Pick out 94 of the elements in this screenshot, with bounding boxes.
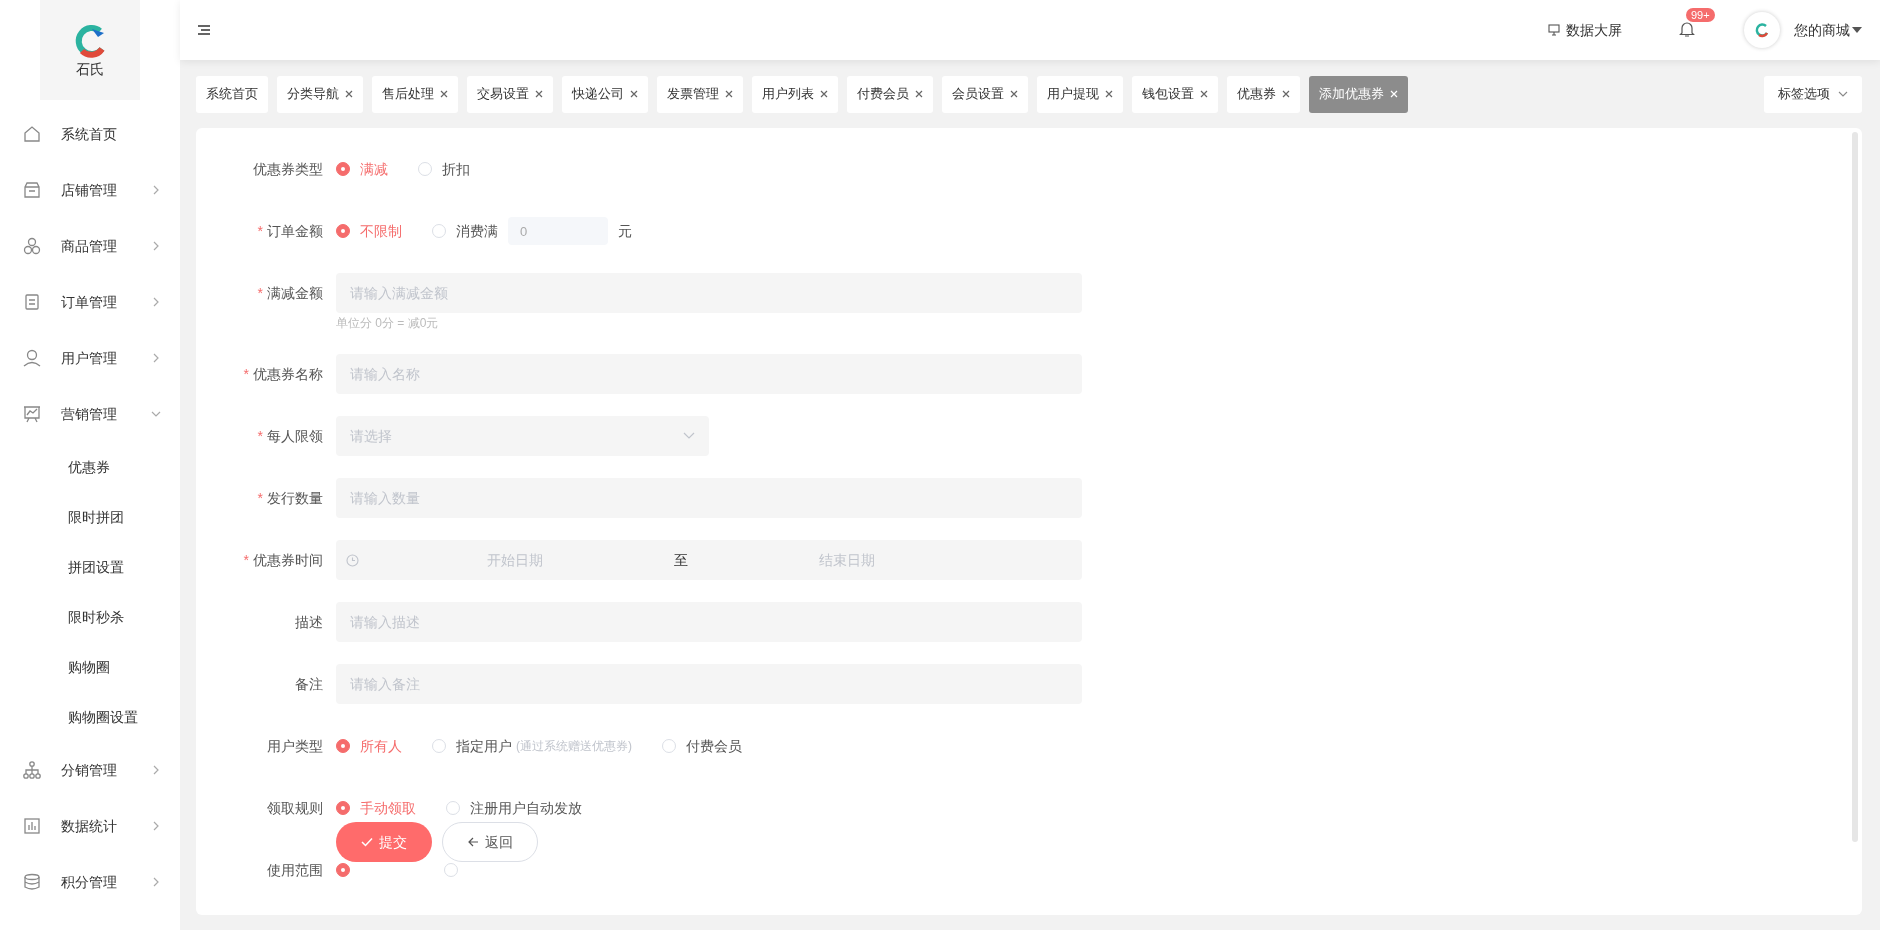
tab[interactable]: 钱包设置 — [1132, 75, 1218, 113]
field-label: 优惠券类型 — [253, 159, 323, 179]
close-icon[interactable] — [1105, 90, 1113, 98]
sidebar-item[interactable]: 商品管理 — [0, 218, 180, 274]
radio-button[interactable] — [336, 801, 350, 815]
bell-icon[interactable] — [1678, 20, 1696, 38]
logo-icon — [1754, 22, 1770, 38]
close-icon[interactable] — [725, 90, 733, 98]
caret-down-icon — [1852, 26, 1862, 34]
radio-option[interactable]: 折扣 — [418, 158, 470, 180]
scrollbar[interactable] — [1852, 132, 1858, 842]
shop-icon — [22, 180, 42, 200]
submenu-item[interactable]: 限时秒杀 — [0, 592, 180, 642]
logo-text: 石氏 — [76, 61, 104, 79]
bar-chart-icon — [22, 816, 42, 836]
chevron-down-icon — [1838, 91, 1848, 97]
sidebar-item[interactable]: 积分管理 — [0, 854, 180, 910]
tab[interactable]: 快递公司 — [562, 75, 648, 113]
user-menu[interactable]: 您的商城 — [1794, 19, 1862, 41]
sidebar-item[interactable]: 分销管理 — [0, 742, 180, 798]
chart-board-icon — [22, 404, 42, 424]
submenu-item[interactable]: 购物圈设置 — [0, 692, 180, 742]
notification-badge: 99+ — [1686, 8, 1715, 22]
required-mark: * — [257, 488, 263, 508]
monitor-icon — [1548, 24, 1560, 36]
check-icon — [361, 837, 373, 847]
required-mark: * — [257, 283, 263, 303]
radio-button[interactable] — [336, 739, 350, 753]
tab-options-button[interactable]: 标签选项 — [1764, 75, 1862, 113]
field-label: 每人限领 — [267, 426, 323, 446]
required-mark: * — [243, 364, 249, 384]
submenu-item[interactable]: 优惠券 — [0, 442, 180, 492]
document-icon — [22, 292, 42, 312]
clock-icon — [346, 553, 359, 567]
radio-button[interactable] — [336, 863, 350, 877]
required-mark: * — [243, 550, 249, 570]
menu-icon[interactable] — [198, 25, 210, 35]
field-label: 优惠券名称 — [253, 364, 323, 384]
tab[interactable]: 系统首页 — [196, 75, 268, 113]
submenu-item[interactable]: 限时拼团 — [0, 492, 180, 542]
sidebar-item[interactable]: 订单管理 — [0, 274, 180, 330]
required-mark: * — [257, 426, 263, 446]
arrow-left-icon — [467, 837, 479, 847]
field-label: 订单金额 — [267, 221, 323, 241]
field-label: 发行数量 — [267, 488, 323, 508]
close-icon[interactable] — [440, 90, 448, 98]
avatar[interactable] — [1744, 12, 1780, 48]
user-icon — [22, 348, 42, 368]
radio-button[interactable] — [336, 224, 350, 238]
close-icon[interactable] — [1010, 90, 1018, 98]
field-label: 领取规则 — [267, 798, 323, 818]
field-label: 优惠券时间 — [253, 550, 323, 570]
field-label: 描述 — [295, 612, 323, 632]
tab[interactable]: 发票管理 — [657, 75, 743, 113]
tab[interactable]: 优惠券 — [1227, 75, 1300, 113]
close-icon[interactable] — [345, 90, 353, 98]
field-label: 满减金额 — [267, 283, 323, 303]
tab[interactable]: 分类导航 — [277, 75, 363, 113]
sidebar-item[interactable]: 系统首页 — [0, 106, 180, 162]
tab[interactable]: 售后处理 — [372, 75, 458, 113]
sidebar-item[interactable]: 用户管理 — [0, 330, 180, 386]
tab[interactable]: 用户提现 — [1037, 75, 1123, 113]
tab[interactable]: 会员设置 — [942, 75, 1028, 113]
field-label: 使用范围 — [267, 860, 323, 880]
radio-button[interactable] — [336, 162, 350, 176]
chevron-down-icon — [683, 432, 695, 440]
field-label: 备注 — [295, 674, 323, 694]
back-button[interactable]: 返回 — [442, 822, 538, 862]
tab[interactable]: 用户列表 — [752, 75, 838, 113]
data-screen-link[interactable]: 数据大屏 — [1548, 19, 1622, 41]
field-label: 用户类型 — [267, 736, 323, 756]
sidebar-item[interactable]: 营销管理 — [0, 386, 180, 442]
close-icon[interactable] — [1282, 90, 1290, 98]
circles-icon — [22, 236, 42, 256]
helper-text: 单位分 0分 = 减0元 — [336, 315, 440, 332]
submenu-item[interactable]: 拼团设置 — [0, 542, 180, 592]
radio-option[interactable]: 注册用户自动发放 — [446, 797, 582, 819]
tab[interactable]: 付费会员 — [847, 75, 933, 113]
close-icon[interactable] — [915, 90, 923, 98]
radio-option[interactable]: 付费会员 — [662, 735, 742, 757]
tab[interactable]: 交易设置 — [467, 75, 553, 113]
unit-label: 元 — [618, 221, 632, 241]
sidebar-item[interactable]: 数据统计 — [0, 798, 180, 854]
close-icon[interactable] — [820, 90, 828, 98]
required-mark: * — [257, 221, 263, 241]
sidebar-item[interactable]: 店铺管理 — [0, 162, 180, 218]
home-icon — [22, 124, 42, 144]
close-icon[interactable] — [1200, 90, 1208, 98]
submenu-item[interactable]: 购物圈 — [0, 642, 180, 692]
radio-option[interactable]: 消费满 — [432, 220, 498, 242]
close-icon[interactable] — [630, 90, 638, 98]
close-icon[interactable] — [535, 90, 543, 98]
database-icon — [22, 872, 42, 892]
hierarchy-icon — [22, 760, 42, 780]
